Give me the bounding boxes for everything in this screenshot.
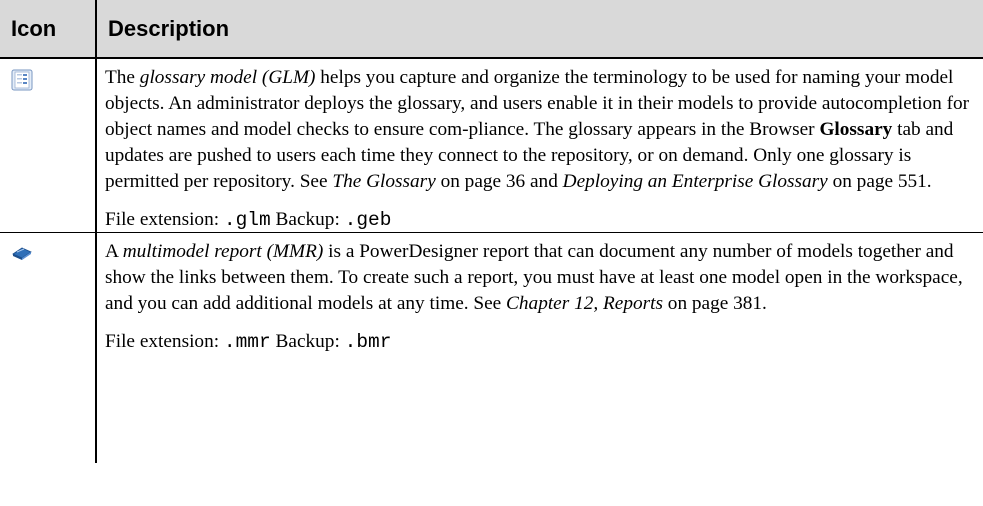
- backup-label: Backup:: [275, 209, 340, 230]
- mmr-description: A multimodel report (MMR) is a PowerDesi…: [105, 239, 975, 317]
- term-glossary-model: glossary model (GLM): [139, 67, 316, 88]
- glossary-description: The glossary model (GLM) helps you captu…: [105, 65, 975, 195]
- backup-label: Backup:: [275, 331, 340, 352]
- table-row: A multimodel report (MMR) is a PowerDesi…: [0, 232, 983, 464]
- text: on page 36 and: [435, 171, 563, 192]
- description-cell: The glossary model (GLM) helps you captu…: [96, 58, 983, 233]
- file-extension: .mmr: [223, 331, 271, 353]
- file-extension: .glm: [223, 209, 271, 231]
- header-description: Description: [96, 0, 983, 59]
- link-the-glossary[interactable]: The Glossary: [332, 171, 435, 192]
- text: on page 551.: [827, 171, 932, 192]
- description-cell: A multimodel report (MMR) is a PowerDesi…: [96, 233, 983, 464]
- link-deploying-enterprise-glossary[interactable]: Deploying an Enterprise Glossary: [563, 171, 828, 192]
- table-header-row: Icon Description: [0, 0, 983, 59]
- file-extension-label: File extension:: [105, 331, 220, 352]
- backup-extension: .geb: [344, 209, 392, 231]
- term-multimodel-report: multimodel report (MMR): [122, 241, 324, 262]
- icon-cell: [0, 58, 97, 233]
- header-icon: Icon: [0, 0, 97, 59]
- file-extension-line: File extension: .mmr Backup: .bmr: [105, 330, 975, 354]
- icon-description-table: Icon Description The glossary model (GLM…: [0, 0, 983, 463]
- link-chapter-reports[interactable]: Chapter 12, Reports: [506, 293, 663, 314]
- table-row: The glossary model (GLM) helps you captu…: [0, 58, 983, 233]
- backup-extension: .bmr: [344, 331, 392, 353]
- text: The: [105, 67, 140, 88]
- text: A: [105, 241, 123, 262]
- file-extension-label: File extension:: [105, 209, 220, 230]
- glossary-model-icon: [11, 69, 33, 91]
- file-extension-line: File extension: .glm Backup: .geb: [105, 208, 975, 232]
- term-glossary-tab: Glossary: [819, 119, 893, 140]
- icon-cell: [0, 232, 97, 463]
- multimodel-report-icon: [12, 247, 32, 260]
- text: on page 381.: [662, 293, 767, 314]
